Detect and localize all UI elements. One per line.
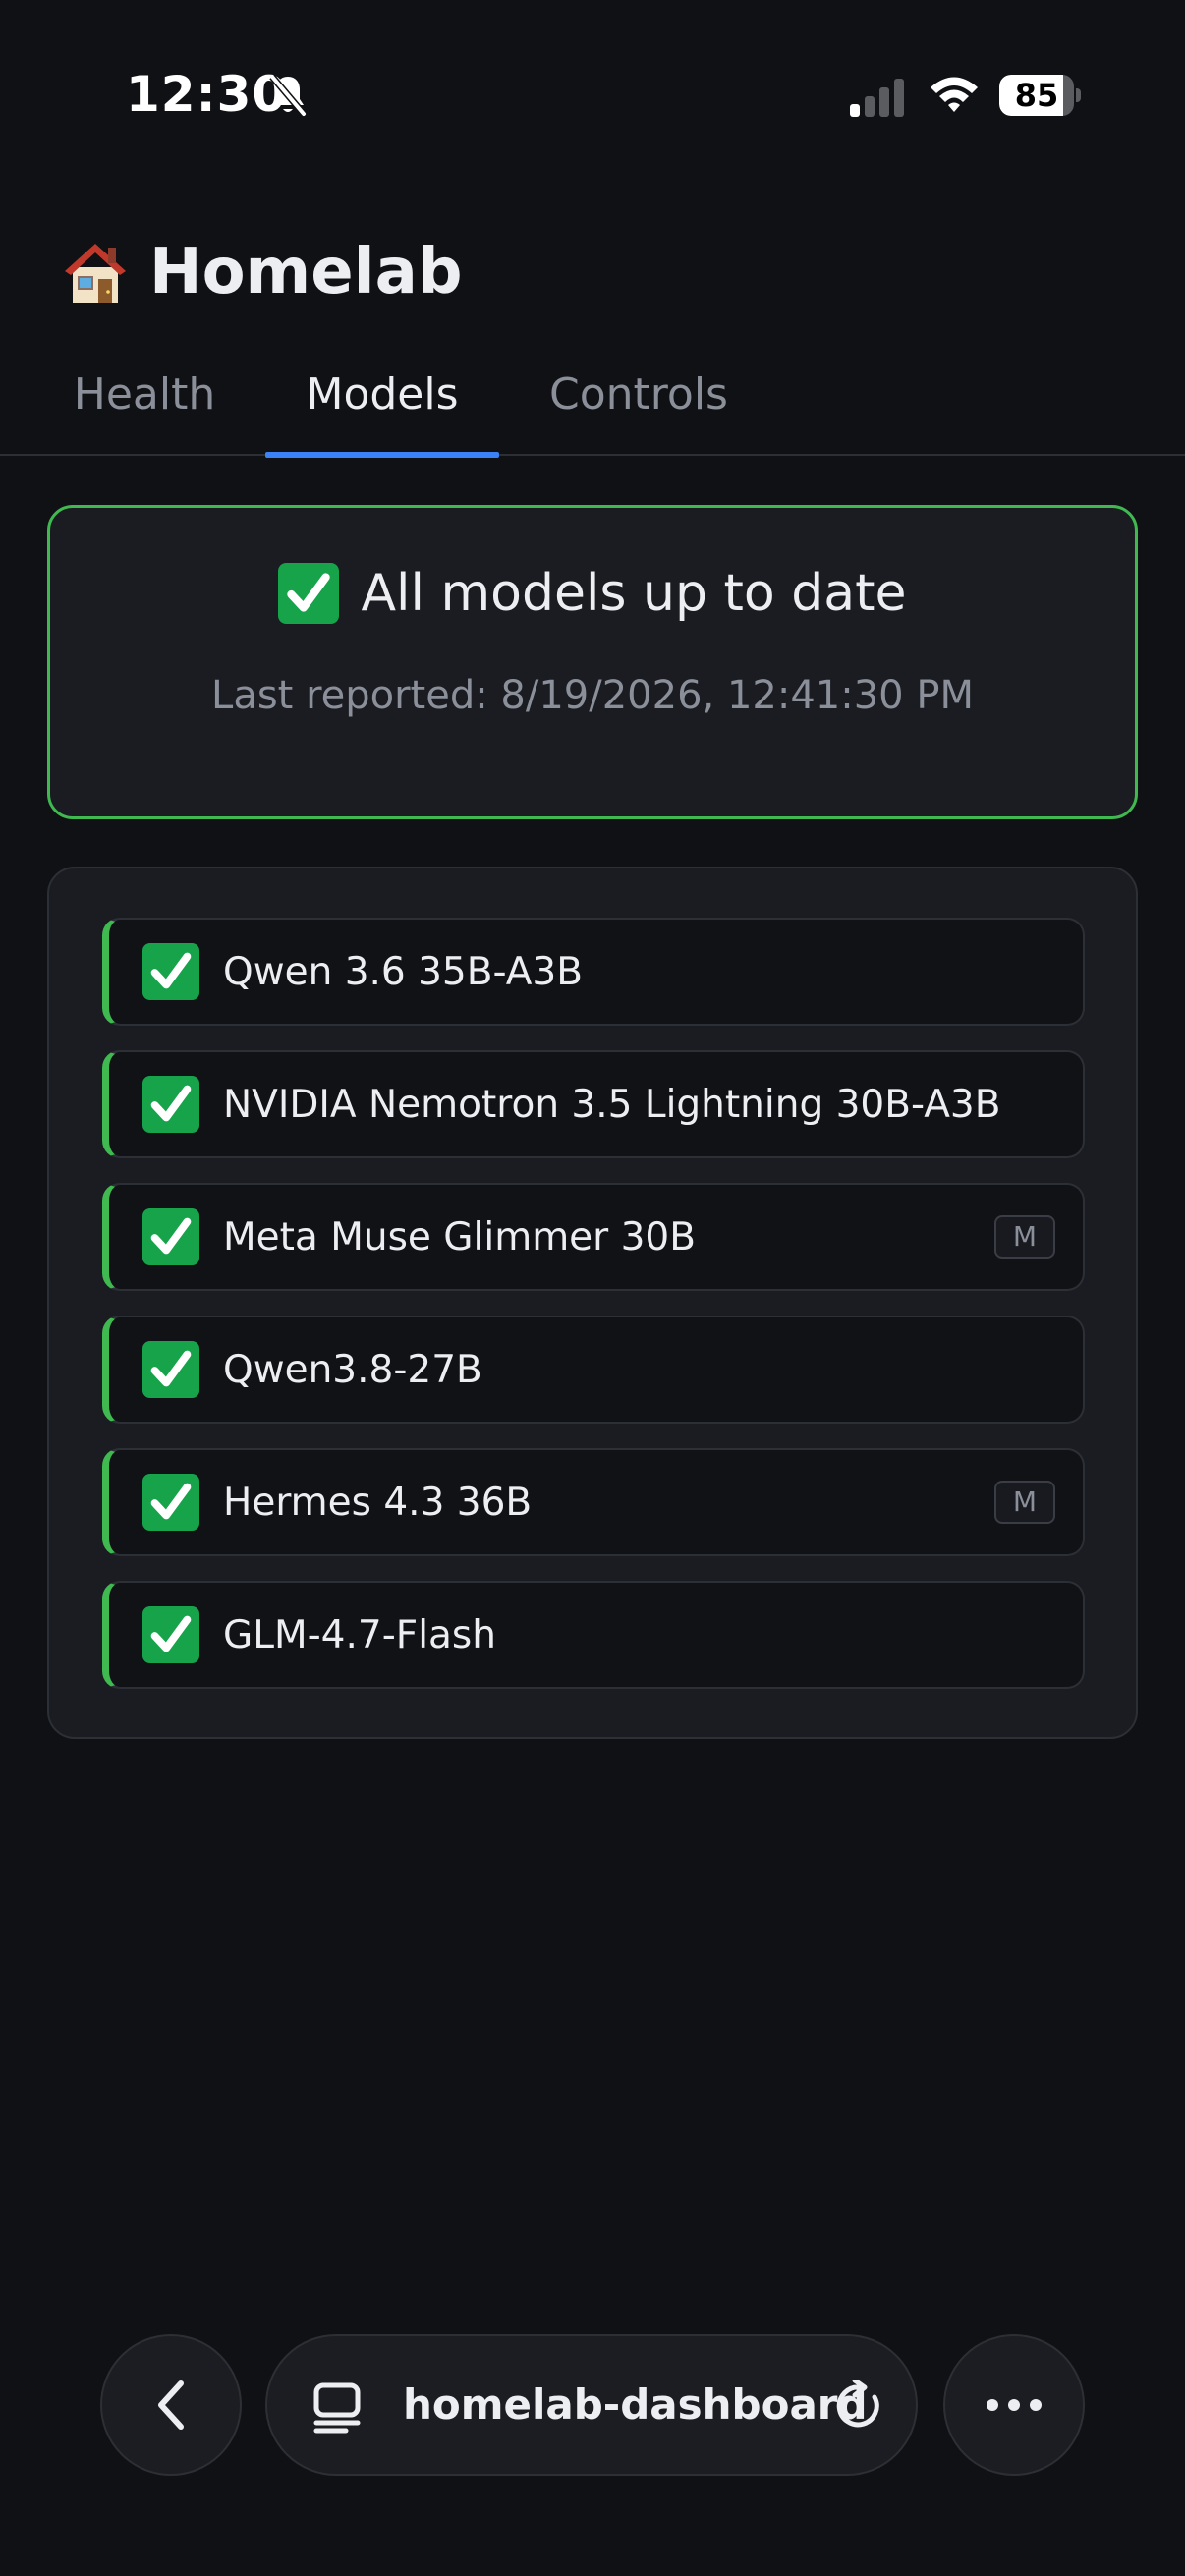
model-row: GLM-4.7-Flash [102,1581,1085,1689]
bell-muted-icon [269,74,307,117]
check-mark-icon [142,1341,199,1398]
check-mark-icon [142,1606,199,1663]
model-name: GLM-4.7-Flash [223,1612,496,1657]
house-icon [65,244,126,303]
summary-title: All models up to date [361,564,907,623]
battery-percent: 85 [1014,77,1059,114]
reload-icon[interactable] [833,2380,886,2433]
model-name: Qwen3.8-27B [223,1347,482,1392]
update-summary-card: All models up to date Last reported: 8/1… [47,505,1138,819]
tab-models-label: Models [306,369,459,420]
tab-models[interactable]: Models [265,354,499,458]
model-name: Hermes 4.3 36B [223,1480,533,1525]
wifi-icon [931,77,978,112]
more-options-button[interactable] [943,2334,1085,2476]
ellipsis-icon [987,2399,1042,2411]
model-row: Qwen 3.6 35B-A3B [102,918,1085,1026]
status-time: 12:30 [126,66,288,123]
status-bar: 12:30 85 [0,0,1185,187]
tab-bar: Health Models Controls [0,354,1185,458]
tab-health-label: Health [73,369,216,420]
battery-indicator: 85 [999,75,1081,116]
model-name: Meta Muse Glimmer 30B [223,1214,696,1260]
model-row: Hermes 4.3 36B M [102,1448,1085,1556]
cellular-signal-icon [850,79,904,117]
tab-controls-label: Controls [549,369,728,420]
check-mark-icon [278,563,340,624]
app-header: Homelab [61,228,463,316]
model-name: NVIDIA Nemotron 3.5 Lightning 30B-A3B [223,1082,1001,1127]
active-tab-indicator [265,452,499,458]
model-row: NVIDIA Nemotron 3.5 Lightning 30B-A3B [102,1050,1085,1158]
model-badge: M [994,1215,1055,1259]
chevron-left-icon [158,2380,184,2430]
check-mark-icon [142,1474,199,1531]
back-button[interactable] [100,2334,242,2476]
model-row: Qwen3.8-27B [102,1316,1085,1424]
address-bar[interactable]: homelab-dashboard [265,2334,918,2476]
app-title: Homelab [149,236,463,308]
tab-health[interactable]: Health [51,354,238,456]
model-name: Qwen 3.6 35B-A3B [223,949,583,994]
url-text: homelab-dashboard [403,2380,868,2429]
tab-overview-icon[interactable] [312,2381,362,2435]
model-row: Meta Muse Glimmer 30B M [102,1183,1085,1291]
last-reported-timestamp: Last reported: 8/19/2026, 12:41:30 PM [211,673,974,718]
tab-controls[interactable]: Controls [531,354,747,456]
check-mark-icon [142,1208,199,1265]
model-list: Qwen 3.6 35B-A3B NVIDIA Nemotron 3.5 Lig… [102,918,1085,1713]
model-badge: M [994,1481,1055,1524]
model-list-panel: Qwen 3.6 35B-A3B NVIDIA Nemotron 3.5 Lig… [47,867,1138,1739]
check-mark-icon [142,1076,199,1133]
check-mark-icon [142,943,199,1000]
